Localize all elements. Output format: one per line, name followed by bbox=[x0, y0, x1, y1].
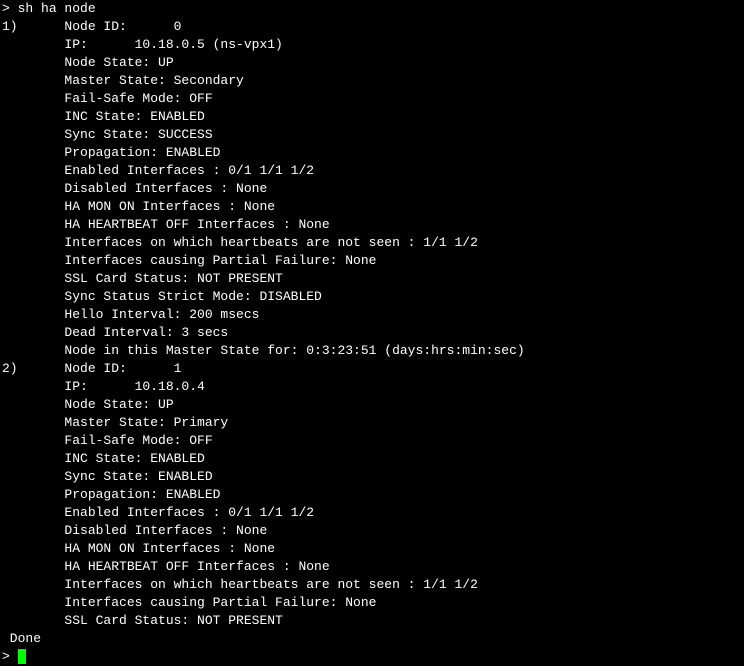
command-text: sh ha node bbox=[18, 1, 96, 16]
output-row: Sync State: SUCCESS bbox=[0, 126, 744, 144]
terminal-output: > sh ha node1) Node ID: 0 IP: 10.18.0.5 … bbox=[0, 0, 744, 666]
output-row: Master State: Secondary bbox=[0, 72, 744, 90]
output-row: Dead Interval: 3 secs bbox=[0, 324, 744, 342]
output-row: Disabled Interfaces : None bbox=[0, 522, 744, 540]
output-row: Interfaces causing Partial Failure: None bbox=[0, 594, 744, 612]
output-row: HA MON ON Interfaces : None bbox=[0, 540, 744, 558]
output-row: HA MON ON Interfaces : None bbox=[0, 198, 744, 216]
prompt-symbol: > bbox=[2, 648, 10, 666]
output-row: Fail-Safe Mode: OFF bbox=[0, 432, 744, 450]
output-row: Interfaces on which heartbeats are not s… bbox=[0, 576, 744, 594]
output-row: Sync Status Strict Mode: DISABLED bbox=[0, 288, 744, 306]
output-row: Propagation: ENABLED bbox=[0, 144, 744, 162]
output-row: Enabled Interfaces : 0/1 1/1 1/2 bbox=[0, 504, 744, 522]
output-row: IP: 10.18.0.4 bbox=[0, 378, 744, 396]
output-row: Sync State: ENABLED bbox=[0, 468, 744, 486]
output-row: Disabled Interfaces : None bbox=[0, 180, 744, 198]
output-row: Node in this Master State for: 0:3:23:51… bbox=[0, 342, 744, 360]
output-row: SSL Card Status: NOT PRESENT bbox=[0, 270, 744, 288]
output-row: Interfaces on which heartbeats are not s… bbox=[0, 234, 744, 252]
output-row: Node State: UP bbox=[0, 396, 744, 414]
prompt-line[interactable]: > bbox=[0, 648, 744, 666]
command-line: > sh ha node bbox=[0, 0, 744, 18]
output-row: INC State: ENABLED bbox=[0, 450, 744, 468]
output-row: 1) Node ID: 0 bbox=[0, 18, 744, 36]
output-row: HA HEARTBEAT OFF Interfaces : None bbox=[0, 216, 744, 234]
output-row: Enabled Interfaces : 0/1 1/1 1/2 bbox=[0, 162, 744, 180]
output-row: INC State: ENABLED bbox=[0, 108, 744, 126]
output-row: HA HEARTBEAT OFF Interfaces : None bbox=[0, 558, 744, 576]
prompt-symbol: > bbox=[2, 0, 10, 18]
output-row: IP: 10.18.0.5 (ns-vpx1) bbox=[0, 36, 744, 54]
output-row: Hello Interval: 200 msecs bbox=[0, 306, 744, 324]
output-row: Fail-Safe Mode: OFF bbox=[0, 90, 744, 108]
output-row: Node State: UP bbox=[0, 54, 744, 72]
output-row: SSL Card Status: NOT PRESENT bbox=[0, 612, 744, 630]
output-row: Propagation: ENABLED bbox=[0, 486, 744, 504]
done-line: Done bbox=[0, 630, 744, 648]
cursor bbox=[18, 649, 26, 664]
output-row: Master State: Primary bbox=[0, 414, 744, 432]
output-row: Interfaces causing Partial Failure: None bbox=[0, 252, 744, 270]
output-row: 2) Node ID: 1 bbox=[0, 360, 744, 378]
